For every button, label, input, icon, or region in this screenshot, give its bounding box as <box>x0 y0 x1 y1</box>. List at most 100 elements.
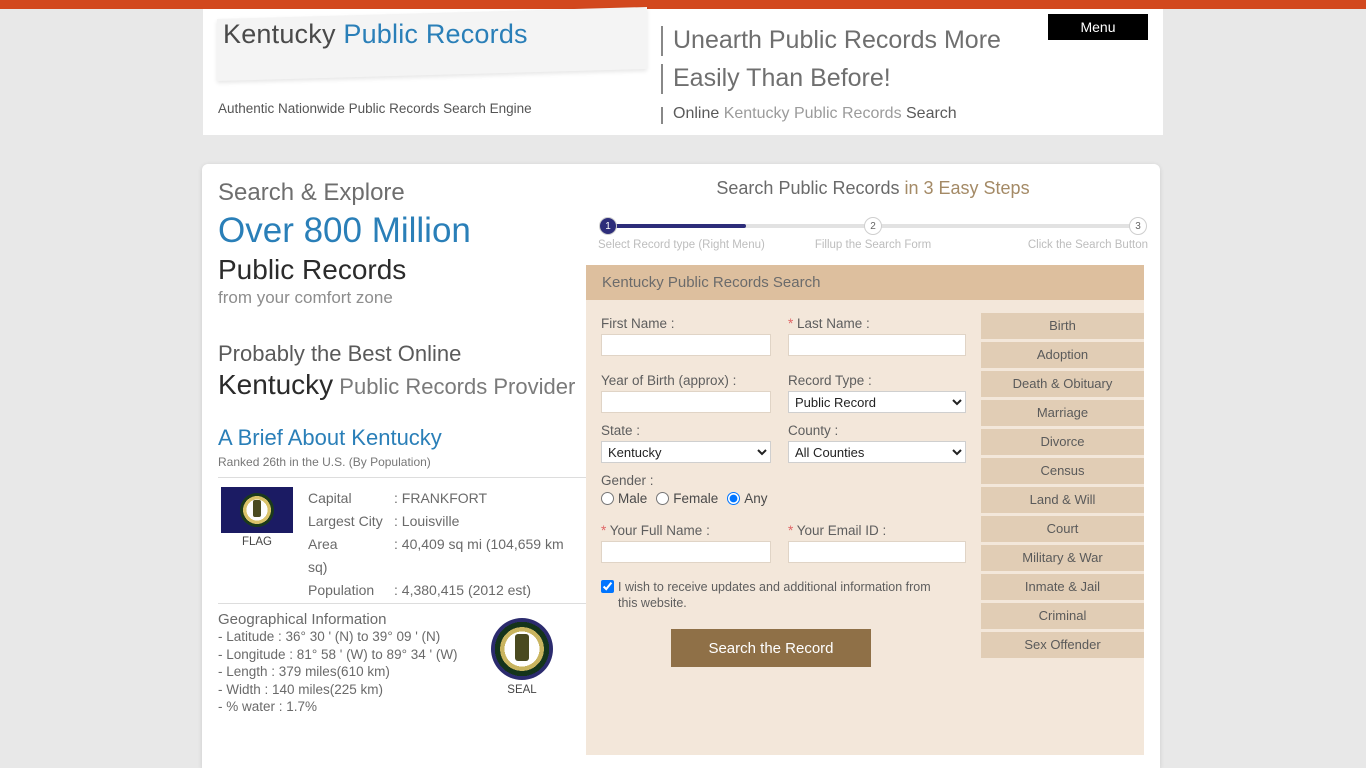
fact-row: Largest City: Louisville <box>308 510 570 533</box>
steps-title: Search Public Records in 3 Easy Steps <box>586 178 1160 199</box>
seal-block: SEAL <box>487 618 557 696</box>
county-select[interactable]: All Counties <box>788 441 966 463</box>
geographical-info-block: Geographical Information - Latitude : 36… <box>218 611 586 716</box>
steps-title-b: in 3 Easy Steps <box>904 178 1030 198</box>
email-group: * Your Email ID : <box>788 523 966 563</box>
kentucky-provider-text: Kentucky Public Records Provider <box>218 369 586 403</box>
side-menu-item-criminal[interactable]: Criminal <box>981 603 1144 629</box>
fact-rows: Capital: FRANKFORT Largest City: Louisvi… <box>308 487 570 602</box>
record-type-group: Record Type : Public Record <box>788 373 966 413</box>
last-name-label: * Last Name : <box>788 316 966 331</box>
row-contact: * Your Full Name : * Your Email ID : <box>601 523 966 563</box>
state-select[interactable]: Kentucky <box>601 441 771 463</box>
form-fields: First Name : * Last Name : Year of Birth… <box>601 316 966 667</box>
gender-radio-female[interactable] <box>656 492 670 505</box>
main-container: Search & Explore Over 800 Million Public… <box>202 164 1160 768</box>
flag-caption: FLAG <box>241 536 273 548</box>
gender-option-female[interactable]: Female <box>656 491 718 506</box>
side-menu-item-inmate-jail[interactable]: Inmate & Jail <box>981 574 1144 600</box>
email-input[interactable] <box>788 541 966 563</box>
geo-line: - % water : 1.7% <box>218 699 318 714</box>
opt-in-checkbox[interactable] <box>601 580 614 593</box>
first-name-input[interactable] <box>601 334 771 356</box>
flag-block: FLAG <box>221 487 293 548</box>
site-logo-text[interactable]: Kentucky Public Records <box>223 19 528 50</box>
page-root: Kentucky Public Records Authentic Nation… <box>0 0 1366 768</box>
kentucky-rest: Public Records Provider <box>333 374 576 399</box>
step-node-3[interactable]: 3 <box>1129 217 1147 235</box>
seal-caption: SEAL <box>507 684 537 696</box>
hero-headline-line2: Easily Than Before! <box>661 59 1081 97</box>
first-name-group: First Name : <box>601 316 771 356</box>
form-body: First Name : * Last Name : Year of Birth… <box>586 300 1144 755</box>
hero-block: Unearth Public Records More Easily Than … <box>661 21 1081 124</box>
progress-fill <box>608 224 746 228</box>
year-of-birth-label: Year of Birth (approx) : <box>601 373 737 388</box>
logo-prefix: Kentucky <box>223 19 344 49</box>
side-menu-item-sex-offender[interactable]: Sex Offender <box>981 632 1144 658</box>
step-label-2: Fillup the Search Form <box>814 239 932 251</box>
side-menu-item-court[interactable]: Court <box>981 516 1144 542</box>
population-rank-text: Ranked 26th in the U.S. (By Population) <box>218 455 431 469</box>
fact-key: Population <box>308 582 375 598</box>
opt-in-row[interactable]: I wish to receive updates and additional… <box>601 579 951 611</box>
record-type-label: Record Type : <box>788 373 872 388</box>
left-column: Search & Explore Over 800 Million Public… <box>218 164 586 716</box>
brief-about-heading: A Brief About Kentucky <box>218 425 442 450</box>
side-menu-item-military-war[interactable]: Military & War <box>981 545 1144 571</box>
site-tagline: Authentic Nationwide Public Records Sear… <box>218 101 532 116</box>
gender-label-female: Female <box>673 491 719 506</box>
gender-option-male[interactable]: Male <box>601 491 647 506</box>
over-million-heading: Over 800 Million <box>218 211 471 250</box>
fact-value: : FRANKFORT <box>394 490 488 506</box>
gender-label: Gender : <box>601 473 654 488</box>
row-yob-recordtype: Year of Birth (approx) : Record Type : P… <box>601 373 966 413</box>
side-menu-item-divorce[interactable]: Divorce <box>981 429 1144 455</box>
step-label-3: Click the Search Button <box>1027 239 1148 251</box>
search-the-record-button[interactable]: Search the Record <box>671 629 871 667</box>
hero-headline-line1: Unearth Public Records More <box>661 21 1081 59</box>
fact-key: Area <box>308 536 338 552</box>
record-type-select[interactable]: Public Record <box>788 391 966 413</box>
progress-stepper: 1 2 3 Select Record type (Right Menu) Fi… <box>598 217 1148 257</box>
steps-title-a: Search Public Records <box>716 178 905 198</box>
full-name-label-text: Your Full Name : <box>606 523 710 538</box>
hero-sub-c: Search <box>901 105 957 122</box>
logo-suffix: Public Records <box>343 19 528 49</box>
county-group: County : All Counties <box>788 423 966 463</box>
side-menu-item-land-will[interactable]: Land & Will <box>981 487 1144 513</box>
kentucky-seal-icon <box>491 618 553 680</box>
last-name-label-text: Last Name : <box>793 316 870 331</box>
side-menu-item-census[interactable]: Census <box>981 458 1144 484</box>
state-facts-block: FLAG Capital: FRANKFORT Largest City: Lo… <box>218 487 586 599</box>
comfort-zone-text: from your comfort zone <box>218 288 393 307</box>
hero-sub-a: Online <box>673 105 724 122</box>
step-node-1[interactable]: 1 <box>599 217 617 235</box>
divider-top <box>218 477 586 478</box>
hero-sub-b: Kentucky Public Records <box>723 105 902 122</box>
gender-radio-group: Male Female Any <box>601 491 966 506</box>
email-label-text: Your Email ID : <box>793 523 887 538</box>
search-explore-heading: Search & Explore <box>218 179 405 206</box>
top-accent-bar <box>0 0 1366 9</box>
gender-radio-any[interactable] <box>727 492 741 505</box>
step-node-2[interactable]: 2 <box>864 217 882 235</box>
opt-in-text: I wish to receive updates and additional… <box>618 580 931 610</box>
fact-value: : Louisville <box>394 513 460 529</box>
last-name-input[interactable] <box>788 334 966 356</box>
flag-seal-emblem <box>240 493 274 527</box>
full-name-input[interactable] <box>601 541 771 563</box>
gender-radio-male[interactable] <box>601 492 614 505</box>
search-form-panel: Kentucky Public Records Search First Nam… <box>586 265 1144 755</box>
year-of-birth-input[interactable] <box>601 391 771 413</box>
gender-option-any[interactable]: Any <box>727 491 768 506</box>
full-name-group: * Your Full Name : <box>601 523 771 563</box>
side-menu-item-death-obituary[interactable]: Death & Obituary <box>981 371 1144 397</box>
last-name-group: * Last Name : <box>788 316 966 356</box>
side-menu-item-adoption[interactable]: Adoption <box>981 342 1144 368</box>
menu-button[interactable]: Menu <box>1048 14 1148 40</box>
side-menu-item-marriage[interactable]: Marriage <box>981 400 1144 426</box>
fact-row: Capital: FRANKFORT <box>308 487 570 510</box>
side-menu-item-birth[interactable]: Birth <box>981 313 1144 339</box>
kentucky-flag-icon <box>221 487 293 533</box>
